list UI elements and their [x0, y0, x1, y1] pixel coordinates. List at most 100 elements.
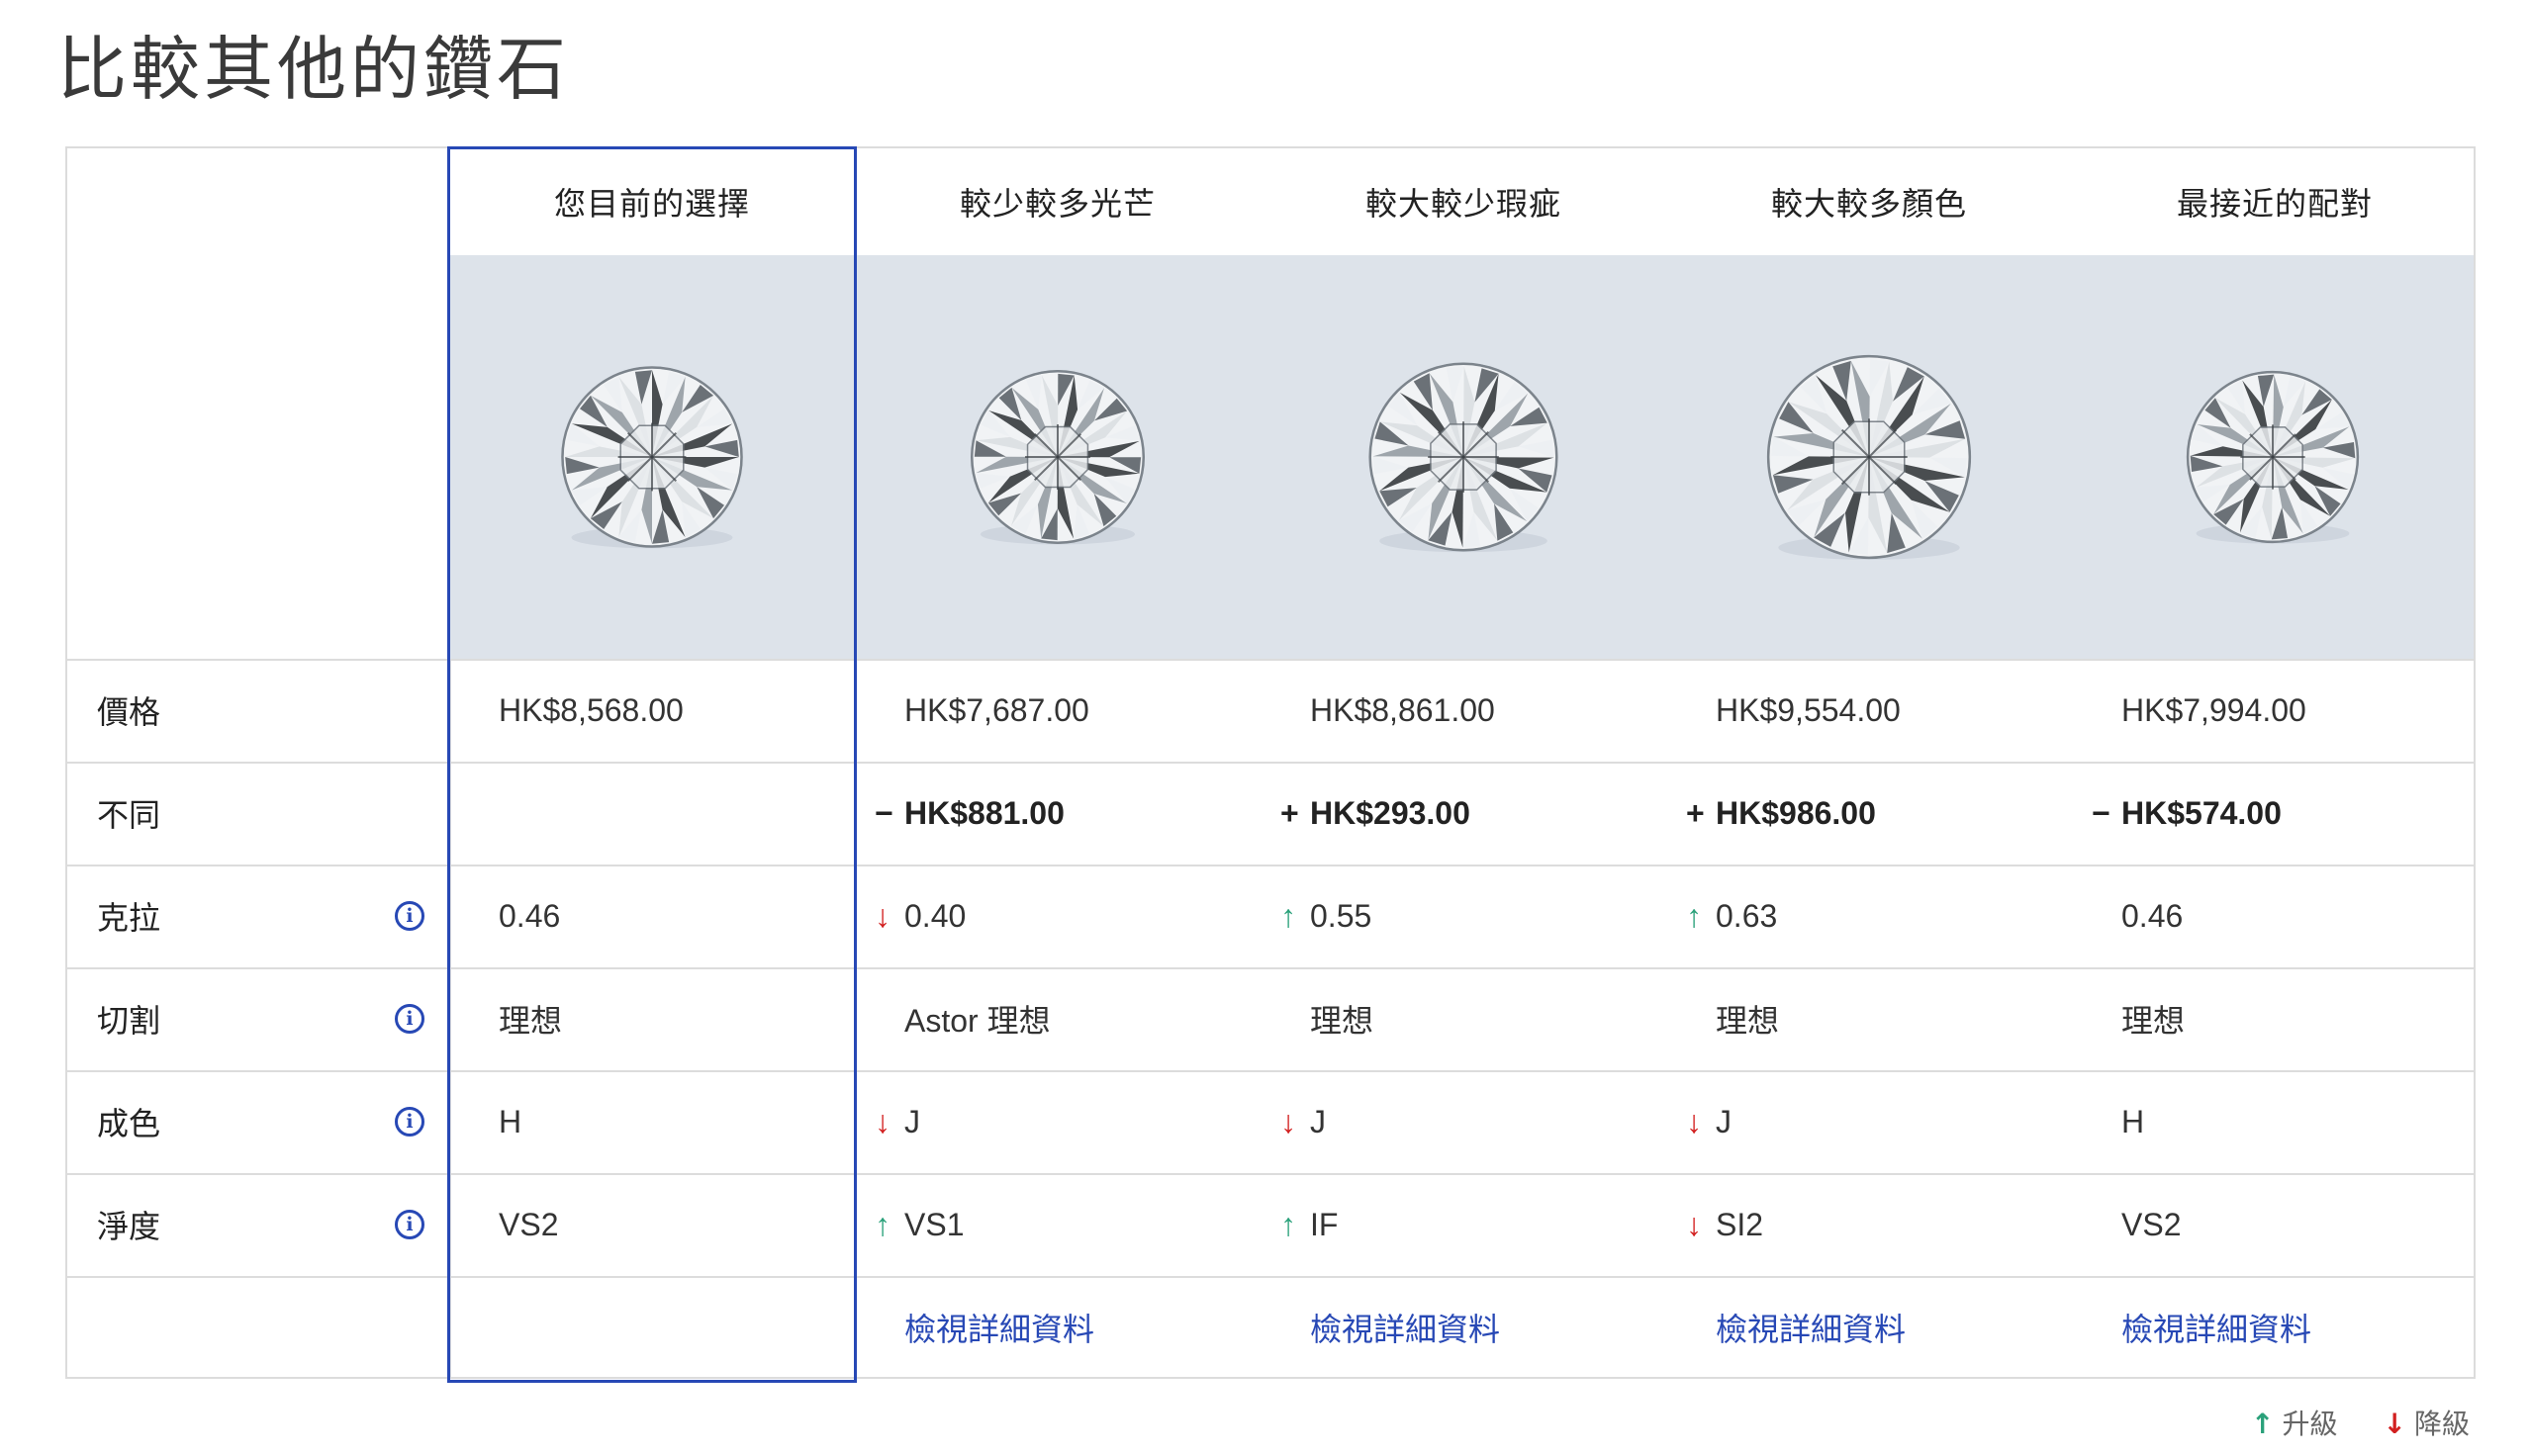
cell-clarity: ↑ VS1: [875, 1173, 964, 1276]
diamond-image[interactable]: [1666, 255, 2072, 659]
diamond-icon: [1368, 362, 1558, 553]
info-icon[interactable]: i: [395, 901, 424, 931]
cell-clarity: VS2: [499, 1173, 558, 1276]
comparison-table: 您目前的選擇 較少較多光芒 較大較少瑕疵 較大較多顏色 最接近的配對價格 HK$8,568…: [65, 146, 2476, 1383]
cell-cut: 理想: [1280, 967, 1373, 1070]
value: 0.63: [1716, 897, 1778, 934]
column-header: 最接近的配對: [2176, 185, 2373, 223]
cell-cut: Astor 理想: [875, 967, 1051, 1070]
value: 理想: [1310, 1003, 1374, 1039]
row-label-cut: 切割: [97, 1002, 161, 1040]
value: VS2: [499, 1206, 559, 1242]
cell-carat: ↑ 0.63: [1686, 864, 1777, 967]
value: HK$8,861.00: [1310, 691, 1495, 728]
column-header: 較大較多顏色: [1770, 185, 1967, 223]
arrow-down-icon: ↓: [2383, 1408, 2406, 1440]
cell-price: HK$7,994.00: [2092, 659, 2306, 762]
cell-price: HK$7,687.00: [875, 659, 1089, 762]
cell-carat: ↑ 0.55: [1280, 864, 1371, 967]
row-label-carat: 克拉: [97, 899, 161, 937]
arrow-down-icon: ↓: [1280, 1103, 1296, 1139]
diamond-image[interactable]: [1261, 255, 1666, 659]
cell-cut: 理想: [1686, 967, 1779, 1070]
view-details-link[interactable]: 檢視詳細資料: [2121, 1276, 2311, 1379]
arrow-down-icon: ↓: [875, 1103, 890, 1139]
value: Astor 理想: [904, 1003, 1051, 1039]
value: 0.46: [2121, 897, 2184, 934]
legend-upgrade-label: 升級: [2282, 1408, 2338, 1440]
column-header: 較大較少瑕疵: [1364, 185, 1561, 223]
column-header: 較少較多光芒: [959, 185, 1156, 223]
cell-diff: − HK$881.00: [875, 762, 1065, 864]
arrow-down-icon: ↓: [1686, 1103, 1702, 1139]
row-label-color: 成色: [97, 1105, 161, 1142]
cell-diff: + HK$986.00: [1686, 762, 1876, 864]
cell-color: ↓ J: [1280, 1070, 1326, 1173]
cell-diff: + HK$293.00: [1280, 762, 1470, 864]
legend-upgrade: ↑ 升級: [2251, 1403, 2337, 1442]
value: HK$7,687.00: [904, 691, 1089, 728]
info-icon[interactable]: i: [395, 1107, 424, 1137]
diff-value: HK$574.00: [2121, 794, 2282, 831]
view-details-link[interactable]: 檢視詳細資料: [1310, 1276, 1500, 1379]
value: SI2: [1716, 1206, 1764, 1242]
value: HK$7,994.00: [2121, 691, 2306, 728]
cell-diff: − HK$574.00: [2092, 762, 2282, 864]
cell-carat: 0.46: [2092, 864, 2183, 967]
row-divider: [67, 1276, 2474, 1278]
diff-sign: −: [875, 794, 893, 831]
diamond-icon: [1766, 354, 1972, 560]
value: 理想: [499, 1003, 563, 1039]
value: 0.40: [904, 897, 967, 934]
cell-color: ↓ J: [875, 1070, 920, 1173]
value: J: [1716, 1103, 1732, 1139]
value: IF: [1310, 1206, 1339, 1242]
view-details-link[interactable]: 檢視詳細資料: [904, 1276, 1094, 1379]
cell-color: H: [499, 1070, 521, 1173]
legend-downgrade: ↓ 降級: [2384, 1403, 2470, 1442]
diff-sign: +: [1280, 794, 1299, 831]
cell-carat: ↓ 0.40: [875, 864, 966, 967]
diamond-image[interactable]: [449, 255, 855, 659]
diamond-image[interactable]: [855, 255, 1261, 659]
cell-clarity: ↓ SI2: [1686, 1173, 1763, 1276]
row-label-diff: 不同: [97, 796, 161, 834]
column-header: 您目前的選擇: [553, 185, 750, 223]
value: 0.55: [1310, 897, 1372, 934]
page-title: 比較其他的鑽石: [57, 29, 570, 110]
cell-price: HK$9,554.00: [1686, 659, 1901, 762]
value: HK$9,554.00: [1716, 691, 1901, 728]
value: J: [904, 1103, 920, 1139]
value: 理想: [2121, 1003, 2186, 1039]
value: VS1: [904, 1206, 965, 1242]
diff-value: HK$293.00: [1310, 794, 1470, 831]
value: J: [1310, 1103, 1326, 1139]
cell-carat: 0.46: [499, 864, 560, 967]
cell-cut: 理想: [2092, 967, 2185, 1070]
info-icon[interactable]: i: [395, 1210, 424, 1239]
info-icon[interactable]: i: [395, 1004, 424, 1034]
cell-diff: [499, 762, 528, 864]
arrow-up-icon: ↑: [2251, 1408, 2275, 1440]
cell-price: HK$8,568.00: [499, 659, 684, 762]
diff-sign: −: [2092, 794, 2110, 831]
diamond-icon: [970, 369, 1146, 545]
diff-value: HK$881.00: [904, 794, 1065, 831]
cell-clarity: ↑ IF: [1280, 1173, 1338, 1276]
cell-color: H: [2092, 1070, 2144, 1173]
row-label-price: 價格: [97, 693, 161, 731]
diamond-icon: [2186, 370, 2360, 544]
value: VS2: [2121, 1206, 2182, 1242]
arrow-up-icon: ↑: [1280, 1206, 1296, 1242]
value: HK$8,568.00: [499, 691, 684, 728]
column-divider: [449, 659, 451, 1377]
cell-clarity: VS2: [2092, 1173, 2181, 1276]
legend-downgrade-label: 降級: [2413, 1408, 2470, 1440]
arrow-down-icon: ↓: [875, 897, 890, 934]
diamond-image[interactable]: [2072, 255, 2474, 659]
diamond-icon: [561, 366, 743, 549]
view-details-link[interactable]: 檢視詳細資料: [1716, 1276, 1906, 1379]
cell-color: ↓ J: [1686, 1070, 1732, 1173]
cell-price: HK$8,861.00: [1280, 659, 1495, 762]
row-label-clarity: 淨度: [97, 1208, 161, 1245]
